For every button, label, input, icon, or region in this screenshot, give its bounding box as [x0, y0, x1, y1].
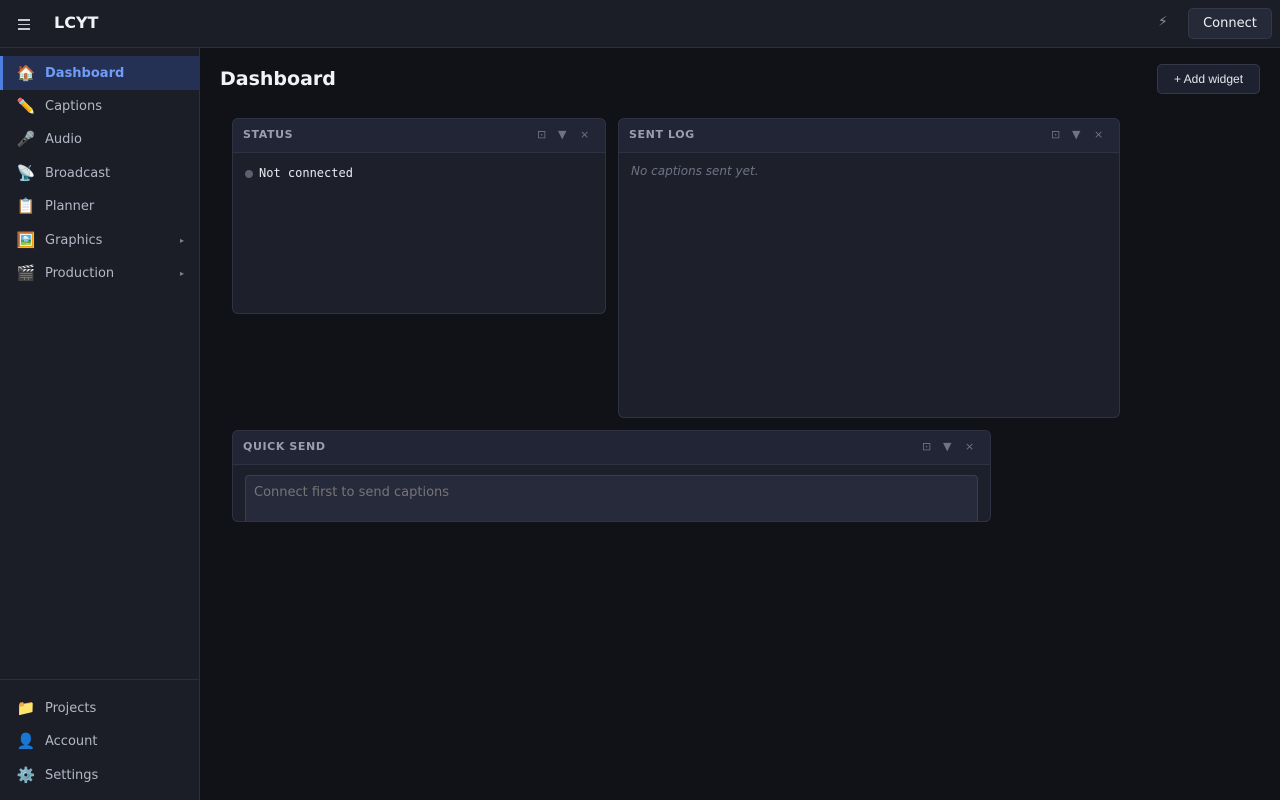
sidebar-item-label: Projects	[45, 700, 97, 716]
sidebar-item-dashboard[interactable]: 🏠 Dashboard	[0, 56, 199, 90]
bolt-icon[interactable]: ⚡	[1158, 14, 1168, 30]
sidebar-item-label: Broadcast	[45, 165, 111, 181]
sidebar-divider	[0, 679, 199, 680]
widget-title: STATUS	[243, 128, 294, 141]
pin-icon[interactable]: ⊡	[1051, 128, 1060, 141]
quick-send-input[interactable]	[245, 475, 978, 521]
satellite-icon: 📡	[16, 164, 36, 182]
user-icon: 👤	[16, 732, 36, 750]
sidebar-item-label: Dashboard	[45, 65, 125, 81]
chevron-right-icon: ▸	[180, 235, 185, 245]
pencil-icon: ✏️	[16, 97, 36, 115]
hamburger-menu-icon[interactable]	[14, 14, 34, 34]
widget-header[interactable]: QUICK SEND ⊡ ▼ ×	[233, 431, 990, 465]
widget-title: QUICK SEND	[243, 440, 326, 453]
widget-header[interactable]: SENT LOG ⊡ ▼ ×	[619, 119, 1119, 153]
sidebar-item-planner[interactable]: 📋 Planner	[0, 189, 199, 223]
home-icon: 🏠	[16, 64, 36, 82]
close-icon[interactable]: ×	[965, 440, 974, 453]
page-title: Dashboard	[220, 68, 336, 90]
pin-icon[interactable]: ⊡	[922, 440, 931, 453]
app-title: LCYT	[54, 13, 99, 32]
gear-icon: ⚙️	[16, 766, 36, 784]
collapse-icon[interactable]: ▼	[1072, 128, 1080, 141]
collapse-icon[interactable]: ▼	[943, 440, 951, 453]
pin-icon[interactable]: ⊡	[537, 128, 546, 141]
sidebar-item-label: Production	[45, 265, 115, 281]
picture-icon: 🖼️	[16, 231, 36, 249]
sidebar-item-projects[interactable]: 📁 Projects	[0, 691, 199, 725]
sidebar-item-label: Settings	[45, 767, 99, 783]
sidebar-item-account[interactable]: 👤 Account	[0, 724, 199, 758]
folder-icon: 📁	[16, 699, 36, 717]
sidebar-item-label: Account	[45, 733, 98, 749]
clapperboard-icon: 🎬	[16, 264, 36, 282]
sidebar-item-captions[interactable]: ✏️ Captions	[0, 89, 199, 123]
top-bar: LCYT ⚡ Connect	[0, 0, 1280, 48]
sidebar-item-audio[interactable]: 🎤 Audio	[0, 122, 199, 156]
sidebar-item-label: Planner	[45, 198, 95, 214]
sent-log-widget: SENT LOG ⊡ ▼ × No captions sent yet.	[618, 118, 1120, 418]
connection-status-text: Not connected	[259, 166, 353, 180]
sidebar-item-graphics[interactable]: 🖼️ Graphics ▸	[0, 223, 199, 257]
microphone-icon: 🎤	[16, 130, 36, 148]
sidebar-item-label: Audio	[45, 131, 82, 147]
status-widget: STATUS ⊡ ▼ × Not connected	[232, 118, 606, 314]
close-icon[interactable]: ×	[1094, 128, 1103, 141]
sidebar: 🏠 Dashboard ✏️ Captions 🎤 Audio 📡 Broadc…	[0, 48, 200, 800]
add-widget-button[interactable]: + Add widget	[1157, 64, 1260, 94]
sidebar-item-broadcast[interactable]: 📡 Broadcast	[0, 156, 199, 190]
widget-title: SENT LOG	[629, 128, 695, 141]
collapse-icon[interactable]: ▼	[558, 128, 566, 141]
sidebar-item-label: Graphics	[45, 232, 103, 248]
status-indicator-dot	[245, 170, 253, 178]
sidebar-item-label: Captions	[45, 98, 102, 114]
chevron-right-icon: ▸	[180, 268, 185, 278]
quick-send-widget: QUICK SEND ⊡ ▼ ×	[232, 430, 991, 522]
connect-button[interactable]: Connect	[1188, 8, 1272, 39]
sidebar-item-settings[interactable]: ⚙️ Settings	[0, 758, 199, 792]
sidebar-item-production[interactable]: 🎬 Production ▸	[0, 256, 199, 290]
widget-header[interactable]: STATUS ⊡ ▼ ×	[233, 119, 605, 153]
sent-log-empty-text: No captions sent yet.	[631, 164, 759, 178]
close-icon[interactable]: ×	[580, 128, 589, 141]
clipboard-icon: 📋	[16, 197, 36, 215]
